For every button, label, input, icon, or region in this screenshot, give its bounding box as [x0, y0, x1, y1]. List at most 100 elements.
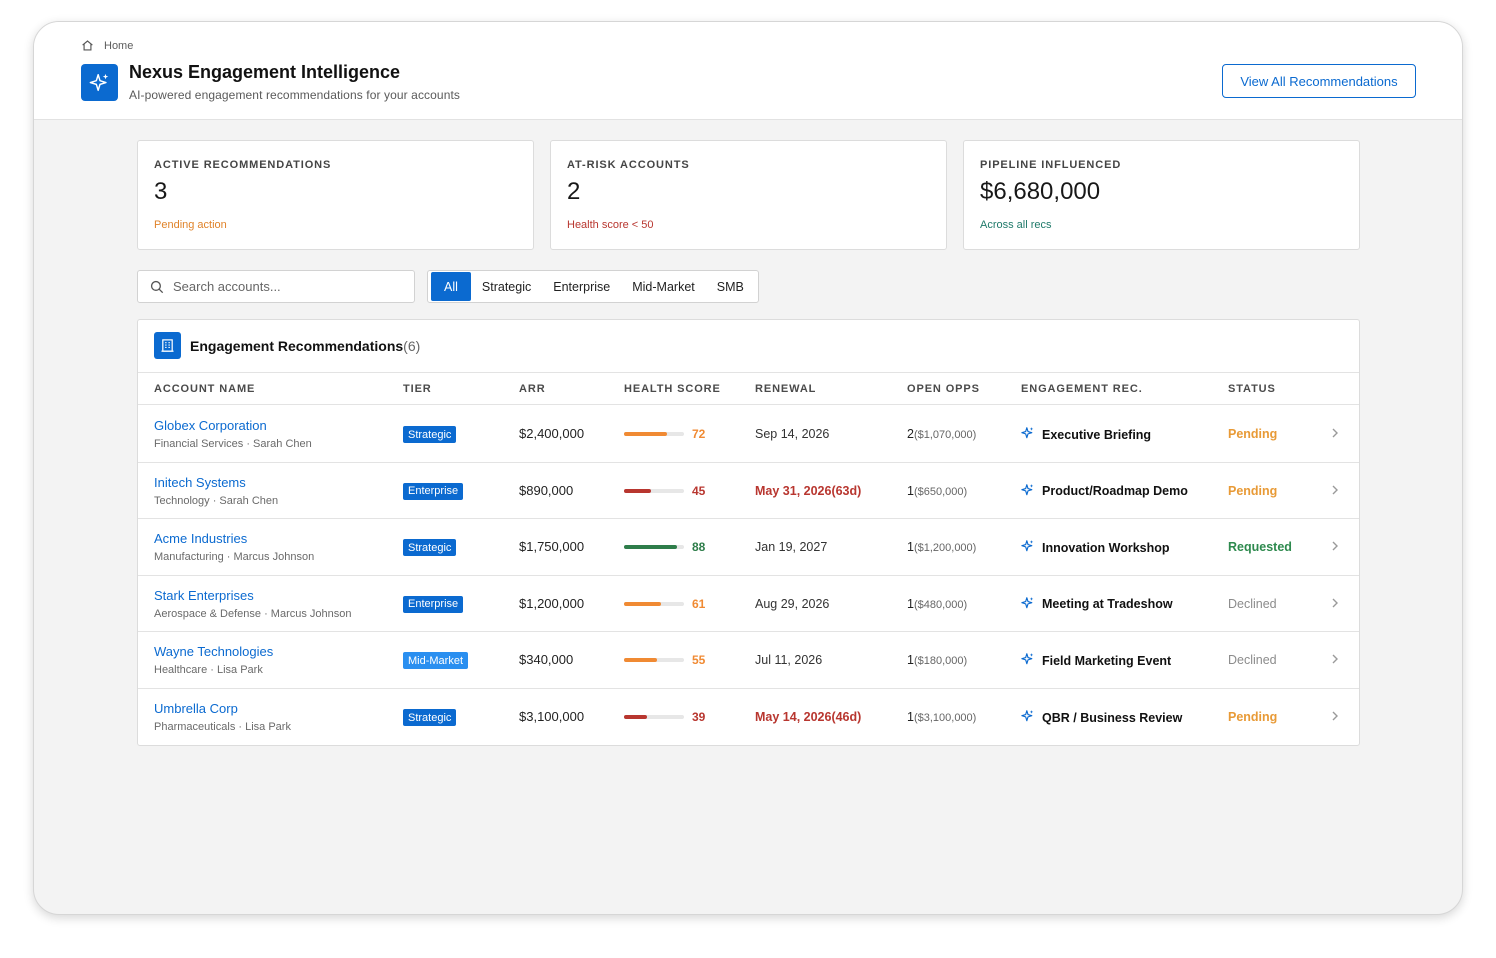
breadcrumb-home[interactable]: Home: [104, 40, 133, 52]
kpi-label: PIPELINE INFLUENCED: [980, 159, 1122, 171]
account-name-link[interactable]: Stark Enterprises: [154, 588, 254, 603]
filter-tab-enterprise[interactable]: Enterprise: [542, 272, 621, 301]
engagement-rec: QBR / Business Review: [1021, 709, 1182, 726]
sparkle-icon: [1021, 652, 1035, 669]
status-label: Pending: [1228, 483, 1278, 498]
account-meta: Manufacturing · Marcus Johnson: [154, 551, 315, 564]
health-bar: [624, 658, 684, 663]
health-score: 45: [692, 483, 706, 498]
opps-count: 1: [907, 710, 914, 724]
arr-value: $2,400,000: [519, 426, 585, 441]
health-bar: [624, 432, 684, 436]
table-row[interactable]: Stark Enterprises Aerospace & Defense · M…: [138, 576, 1359, 633]
chevron-right-icon[interactable]: [1329, 539, 1341, 553]
table-row[interactable]: Wayne Technologies Healthcare · Lisa Park…: [138, 632, 1359, 689]
card-count: (6): [403, 338, 421, 354]
engagement-rec: Executive Briefing: [1021, 426, 1151, 443]
engagement-rec-label: QBR / Business Review: [1042, 710, 1183, 725]
open-opps: 1($1,200,000): [907, 540, 976, 554]
kpi-at-risk-accounts: AT-RISK ACCOUNTS 2 Health score < 50: [550, 140, 947, 250]
card-header: Engagement Recommendations(6): [138, 320, 1359, 373]
recommendations-table-card: Engagement Recommendations(6) ACCOUNT NA…: [137, 319, 1360, 746]
column-header[interactable]: RENEWAL: [755, 383, 816, 395]
search-input[interactable]: [173, 279, 393, 294]
opps-amount: ($480,000): [913, 598, 968, 611]
open-opps: 1($480,000): [907, 597, 967, 611]
column-header[interactable]: ARR: [519, 383, 546, 395]
view-all-recommendations-button[interactable]: View All Recommendations: [1222, 64, 1416, 98]
home-icon[interactable]: [81, 39, 94, 52]
opps-count: 1: [907, 653, 914, 668]
filter-tab-smb[interactable]: SMB: [706, 272, 755, 301]
table-row[interactable]: Umbrella Corp Pharmaceuticals · Lisa Park…: [138, 689, 1359, 745]
column-header[interactable]: ACCOUNT NAME: [154, 383, 255, 395]
health-score: 72: [692, 427, 706, 441]
kpi-label: ACTIVE RECOMMENDATIONS: [154, 159, 332, 171]
opps-count: 1: [907, 596, 914, 611]
tier-badge: Strategic: [403, 539, 457, 557]
chevron-right-icon[interactable]: [1329, 652, 1341, 666]
opps-amount: ($650,000): [913, 485, 968, 498]
account-meta: Technology · Sarah Chen: [154, 494, 279, 507]
opps-amount: ($3,100,000): [913, 712, 977, 724]
chevron-right-icon[interactable]: [1329, 483, 1341, 497]
renewal-date: May 14, 2026(46d): [755, 710, 862, 724]
tier-badge: Enterprise: [403, 482, 464, 500]
opps-count: 1: [907, 483, 914, 498]
page-subtitle: AI-powered engagement recommendations fo…: [129, 88, 461, 102]
sparkle-icon: [1021, 539, 1035, 556]
kpi-value: 2: [567, 178, 581, 205]
health-bar-fill: [624, 432, 668, 436]
account-name-link[interactable]: Globex Corporation: [154, 418, 267, 433]
opps-amount: ($1,200,000): [913, 542, 977, 555]
health-bar-fill: [624, 658, 657, 663]
column-header[interactable]: HEALTH SCORE: [624, 383, 721, 395]
tier-badge: Strategic: [403, 426, 457, 443]
kpi-note: Pending action: [154, 219, 227, 231]
health-bar-fill: [624, 715, 648, 719]
account-name-link[interactable]: Initech Systems: [154, 475, 246, 490]
engagement-rec-label: Meeting at Tradeshow: [1042, 597, 1173, 612]
column-header[interactable]: ENGAGEMENT REC.: [1021, 383, 1143, 395]
health-bar-fill: [624, 545, 677, 550]
engagement-rec: Field Marketing Event: [1021, 652, 1171, 669]
open-opps: 2($1,070,000): [907, 427, 976, 441]
health-score: 55: [692, 653, 706, 668]
table-row[interactable]: Globex Corporation Financial Services · S…: [138, 406, 1359, 463]
health-bar: [624, 545, 684, 550]
arr-value: $3,100,000: [519, 709, 585, 724]
column-header[interactable]: OPEN OPPS: [907, 383, 980, 395]
renewal-date: Jul 11, 2026: [755, 653, 823, 668]
tier-filter-tabs: All Strategic Enterprise Mid-Market SMB: [427, 270, 759, 303]
status-label: Declined: [1228, 653, 1277, 668]
opps-count: 2: [907, 427, 914, 441]
kpi-active-recommendations: ACTIVE RECOMMENDATIONS 3 Pending action: [137, 140, 534, 250]
sparkle-icon: [1021, 709, 1035, 726]
engagement-rec: Product/Roadmap Demo: [1021, 483, 1188, 500]
kpi-pipeline-influenced: PIPELINE INFLUENCED $6,680,000 Across al…: [963, 140, 1360, 250]
tier-badge: Enterprise: [403, 595, 464, 613]
renewal-date: May 31, 2026(63d): [755, 483, 862, 498]
column-header[interactable]: TIER: [403, 383, 432, 395]
chevron-right-icon[interactable]: [1329, 709, 1341, 723]
status-label: Pending: [1228, 427, 1278, 441]
table-row[interactable]: Initech Systems Technology · Sarah Chen En…: [138, 463, 1359, 520]
health-bar: [624, 488, 684, 493]
engagement-rec-label: Executive Briefing: [1042, 427, 1152, 442]
chevron-right-icon[interactable]: [1329, 596, 1341, 610]
opps-amount: ($180,000): [913, 655, 968, 668]
filter-tab-strategic[interactable]: Strategic: [471, 272, 542, 301]
page-header: Home Nexus Engagement Intelligence AI-po…: [34, 22, 1462, 120]
account-name-link[interactable]: Wayne Technologies: [154, 644, 273, 659]
account-meta: Financial Services · Sarah Chen: [154, 438, 312, 450]
opps-count: 1: [907, 540, 914, 555]
table-row[interactable]: Acme Industries Manufacturing · Marcus Jo…: [138, 519, 1359, 576]
filter-tab-all[interactable]: All: [431, 272, 471, 301]
chevron-right-icon[interactable]: [1329, 426, 1341, 440]
account-name-link[interactable]: Acme Industries: [154, 531, 247, 546]
account-name-link[interactable]: Umbrella Corp: [154, 701, 238, 716]
health-bar-fill: [624, 601, 661, 606]
column-header[interactable]: STATUS: [1228, 383, 1276, 395]
filter-tab-mid-market[interactable]: Mid-Market: [621, 272, 706, 301]
kpi-value: $6,680,000: [980, 178, 1101, 205]
